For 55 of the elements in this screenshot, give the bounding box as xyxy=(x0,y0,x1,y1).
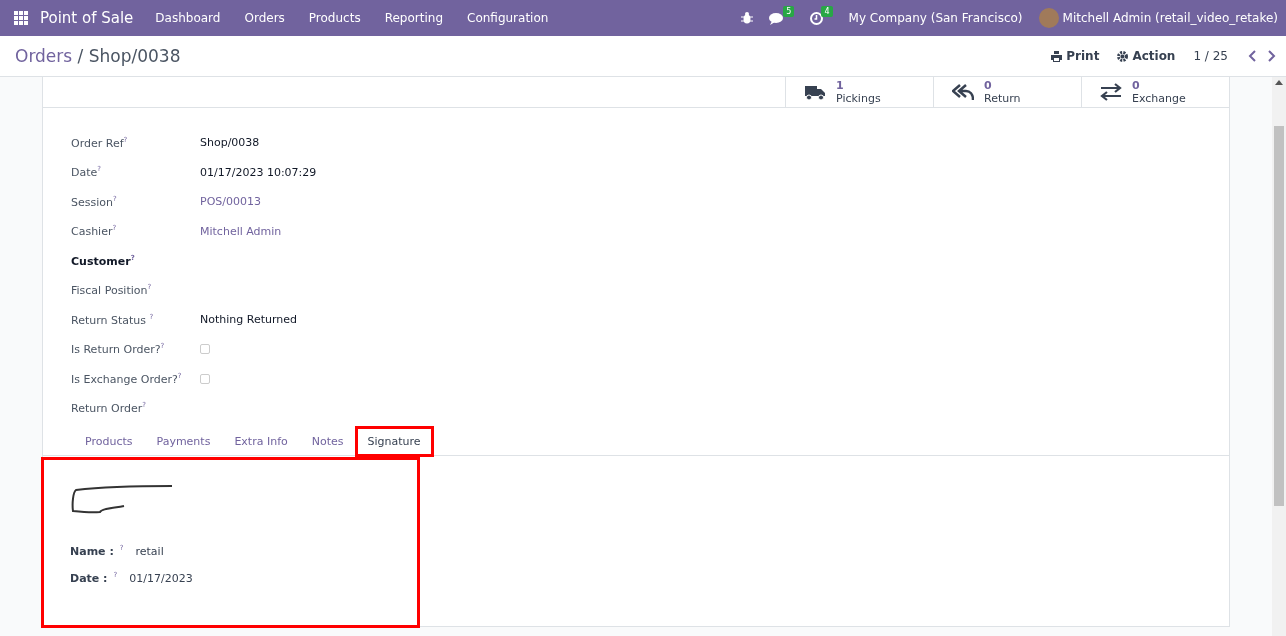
app-name[interactable]: Point of Sale xyxy=(40,9,134,27)
menu-item[interactable]: Products xyxy=(308,11,361,25)
chat-icon[interactable] xyxy=(769,11,786,25)
field-label: Fiscal Position$^{?}$ xyxy=(71,283,153,298)
apps-grid-icon[interactable] xyxy=(14,11,28,25)
menu-item[interactable]: Dashboard xyxy=(155,11,221,25)
bug-icon[interactable] xyxy=(741,12,754,24)
action-button[interactable]: Action xyxy=(1132,49,1176,63)
field-value: 01/17/2023 10:07:29 xyxy=(200,165,317,179)
signature-value: 01/17/2023 xyxy=(129,572,193,585)
checkbox[interactable] xyxy=(200,344,210,355)
field-label: Cashier$^{?}$ xyxy=(71,224,118,239)
menu-item[interactable]: Orders xyxy=(244,11,285,25)
field-value: Nothing Returned xyxy=(200,313,297,327)
printer-icon[interactable] xyxy=(1051,50,1063,62)
next-icon[interactable] xyxy=(1266,50,1276,62)
tab[interactable]: Signature xyxy=(355,427,433,456)
menu-item[interactable]: Reporting xyxy=(384,11,443,25)
tab[interactable]: Products xyxy=(73,427,145,456)
scrollbar[interactable] xyxy=(1272,77,1286,636)
field-value: Shop/0038 xyxy=(200,136,260,150)
print-button[interactable]: Print xyxy=(1066,49,1100,63)
message-count-badge: 5 xyxy=(783,5,795,17)
menu-item[interactable]: Configuration xyxy=(467,11,549,25)
tab[interactable]: Notes xyxy=(299,427,356,456)
breadcrumb-link[interactable]: Orders xyxy=(15,46,73,66)
breadcrumb-separator: / xyxy=(76,46,85,66)
exchange-icon xyxy=(1100,83,1122,101)
truck-icon xyxy=(804,83,826,101)
previous-icon[interactable] xyxy=(1248,50,1258,62)
clock-icon[interactable] xyxy=(810,11,824,25)
field-label: Return Order$^{?}$ xyxy=(71,401,147,416)
signature-value: retail xyxy=(135,545,164,558)
field-label: Is Exchange Order?$^{?}$ xyxy=(71,371,183,386)
field-label: Return Status $^{?}$ xyxy=(71,312,155,327)
signature-label: Name : xyxy=(70,545,114,558)
field-label: Order Ref$^{?}$ xyxy=(71,135,129,150)
scroll-up-icon[interactable] xyxy=(1275,79,1283,85)
signature-label: Date : xyxy=(70,572,108,585)
field-label: Is Return Order?$^{?}$ xyxy=(71,342,166,357)
field-link[interactable]: Mitchell Admin xyxy=(200,224,282,238)
user-menu[interactable]: Mitchell Admin (retail_video_retake) xyxy=(1062,11,1278,25)
field-label: Date$^{?}$ xyxy=(71,165,102,180)
pager-value: 1 / 25 xyxy=(1193,49,1228,63)
breadcrumb-current: Shop/0038 xyxy=(88,46,181,66)
reply-all-icon xyxy=(952,83,974,101)
checkbox[interactable] xyxy=(200,373,210,384)
tab[interactable]: Payments xyxy=(144,427,223,456)
tab[interactable]: Extra Info xyxy=(222,427,300,456)
company-switcher[interactable]: My Company (San Francisco) xyxy=(848,11,1023,25)
field-label: Customer$^{?}$ xyxy=(71,253,136,268)
field-link[interactable]: POS/00013 xyxy=(200,195,261,209)
field-label: Session$^{?}$ xyxy=(71,194,118,209)
activity-count-badge: 4 xyxy=(821,5,833,17)
gear-icon[interactable] xyxy=(1117,50,1129,62)
